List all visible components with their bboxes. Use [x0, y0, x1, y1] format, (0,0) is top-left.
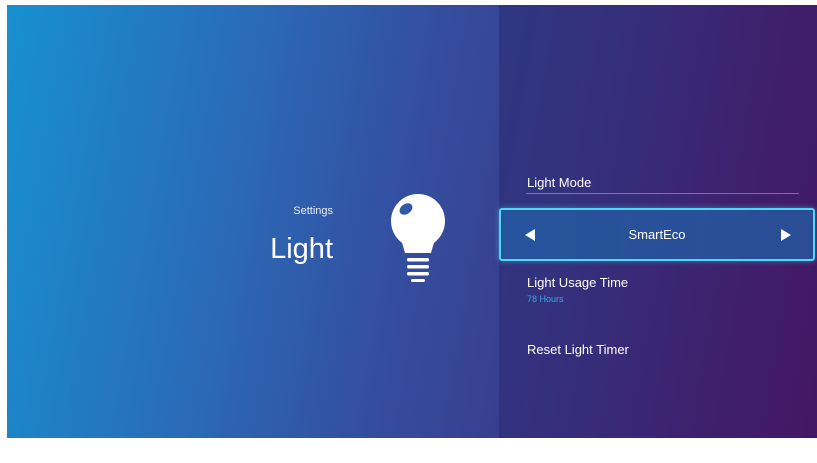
light-mode-label: Light Mode	[527, 175, 592, 190]
settings-menu-panel: Light Mode SmartEco Light Usage Time 78 …	[499, 5, 817, 438]
settings-screen: Settings Light Light Mode SmartEco Light…	[7, 5, 817, 438]
light-usage-time-item[interactable]: Light Usage Time	[527, 275, 628, 290]
section-header: Settings Light	[7, 5, 499, 438]
arrow-left-icon[interactable]	[525, 229, 535, 241]
reset-light-timer-item[interactable]: Reset Light Timer	[527, 342, 629, 357]
divider	[526, 193, 799, 194]
section-label: Settings	[293, 205, 333, 217]
light-mode-value: SmartEco	[628, 227, 686, 242]
light-mode-selector[interactable]: SmartEco	[499, 208, 815, 261]
bottom-margin	[0, 438, 817, 463]
light-usage-time-value: 78 Hours	[527, 294, 564, 304]
settings-menu: Light Mode SmartEco Light Usage Time 78 …	[499, 5, 817, 438]
page-title: Light	[270, 233, 333, 265]
arrow-right-icon[interactable]	[781, 229, 791, 241]
lightbulb-icon	[391, 194, 445, 282]
